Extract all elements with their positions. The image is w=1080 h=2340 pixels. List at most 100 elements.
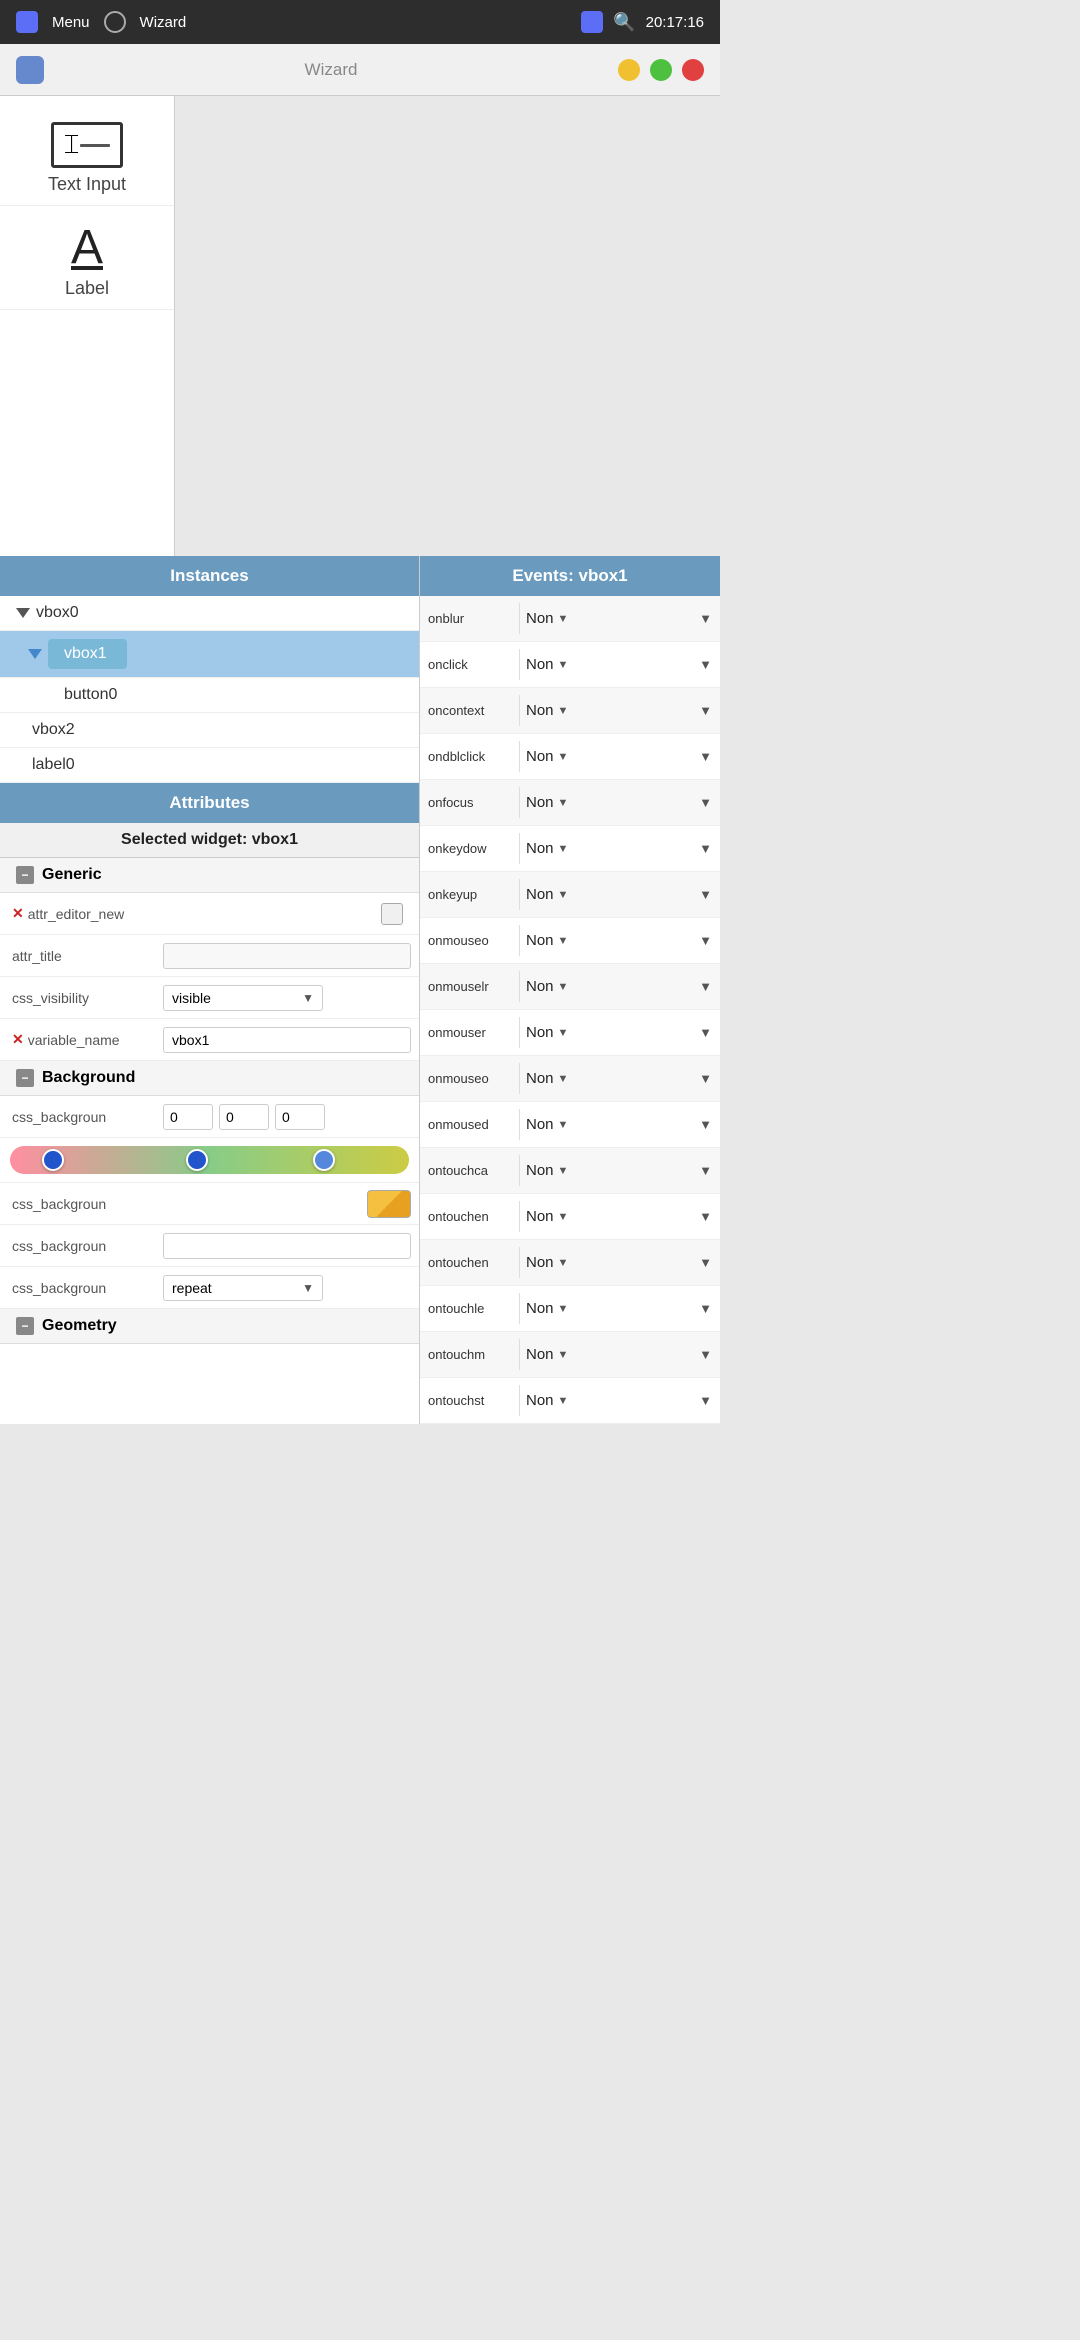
background-group-icon: − [16,1069,34,1087]
attr-label-bg-rgb: css_backgroun [0,1101,155,1133]
event-row-arrow-onblur[interactable]: ▼ [691,611,720,626]
visibility-dropdown[interactable]: visible ▼ [163,985,323,1011]
event-value-onkeydown[interactable]: Non ▼ [520,834,691,863]
attr-x-varname[interactable]: ✕ [12,1031,24,1048]
instance-label0[interactable]: label0 [0,748,419,783]
event-row-arrow-ontouchend2[interactable]: ▼ [691,1255,720,1270]
event-arrow-onmouseleave[interactable]: ▼ [558,1027,569,1039]
event-value-onblur[interactable]: Non ▼ [520,604,691,633]
event-arrow-ontouchend[interactable]: ▼ [558,1211,569,1223]
bg-color-swatch[interactable] [367,1190,411,1218]
event-row-arrow-onkeydown[interactable]: ▼ [691,841,720,856]
geometry-group-icon: − [16,1317,34,1335]
event-arrow-onfocus[interactable]: ▼ [558,797,569,809]
bg-r-input[interactable] [163,1104,213,1130]
status-time: 20:17:16 [646,14,704,31]
instance-vbox0[interactable]: vbox0 [0,596,419,631]
minimize-button[interactable] [618,59,640,81]
palette-item-text-input[interactable]: ⌶ Text Input [0,112,174,206]
event-arrow-ontouchmove[interactable]: ▼ [558,1349,569,1361]
event-value-ontouchleave[interactable]: Non ▼ [520,1294,691,1323]
attr-label-editor-new: ✕ attr_editor_new [0,897,155,930]
event-arrow-onmouseout[interactable]: ▼ [558,1073,569,1085]
event-row-arrow-onmouseleave[interactable]: ▼ [691,1025,720,1040]
event-value-onclick[interactable]: Non ▼ [520,650,691,679]
event-value-ontouchend[interactable]: Non ▼ [520,1202,691,1231]
event-row-arrow-ontouchmove[interactable]: ▼ [691,1347,720,1362]
event-row-arrow-oncontext[interactable]: ▼ [691,703,720,718]
event-row-arrow-onmouseover[interactable]: ▼ [691,1117,720,1132]
event-arrow-onmousedown[interactable]: ▼ [558,935,569,947]
event-row-arrow-ontouchcancel[interactable]: ▼ [691,1163,720,1178]
event-value-onfocus[interactable]: Non ▼ [520,788,691,817]
event-arrow-ondblclick[interactable]: ▼ [558,751,569,763]
event-row-arrow-onkeyup[interactable]: ▼ [691,887,720,902]
event-arrow-onblur[interactable]: ▼ [558,613,569,625]
event-value-onmouseout[interactable]: Non ▼ [520,1064,691,1093]
event-row-onclick: onclick Non ▼ ▼ [420,642,720,688]
attr-label-bg-repeat: css_backgroun [0,1272,155,1304]
event-row-arrow-onmousedown[interactable]: ▼ [691,933,720,948]
event-name-onkeydown: onkeydow [420,833,520,864]
event-row-arrow-onmouseenter[interactable]: ▼ [691,979,720,994]
slider-dot-3[interactable] [313,1149,335,1171]
event-row-arrow-onclick[interactable]: ▼ [691,657,720,672]
event-arrow-ontouchleave[interactable]: ▼ [558,1303,569,1315]
event-value-onmouseleave[interactable]: Non ▼ [520,1018,691,1047]
event-value-ontouchstart[interactable]: Non ▼ [520,1386,691,1415]
attr-value-bg-img[interactable] [155,1227,419,1265]
attr-input-bg-img[interactable] [163,1233,411,1259]
event-value-ontouchend2[interactable]: Non ▼ [520,1248,691,1277]
palette-item-label[interactable]: A Label [0,214,174,310]
bg-gradient-slider[interactable] [10,1146,409,1174]
event-value-ondblclick[interactable]: Non ▼ [520,742,691,771]
event-row-arrow-ontouchend[interactable]: ▼ [691,1209,720,1224]
attr-input-varname[interactable] [163,1027,411,1053]
status-app-menu[interactable]: Menu [52,14,90,31]
event-name-onmouseleave: onmouser [420,1017,520,1048]
event-row-arrow-ontouchstart[interactable]: ▼ [691,1393,720,1408]
event-arrow-onclick[interactable]: ▼ [558,659,569,671]
event-row-arrow-ontouchleave[interactable]: ▼ [691,1301,720,1316]
event-arrow-onmouseover[interactable]: ▼ [558,1119,569,1131]
event-value-onkeyup[interactable]: Non ▼ [520,880,691,909]
instance-button0[interactable]: button0 [0,678,419,713]
slider-dot-2[interactable] [186,1149,208,1171]
event-arrow-onmouseenter[interactable]: ▼ [558,981,569,993]
attr-value-bg-color [155,1184,419,1224]
event-value-oncontext[interactable]: Non ▼ [520,696,691,725]
event-arrow-oncontext[interactable]: ▼ [558,705,569,717]
event-value-onmouseenter[interactable]: Non ▼ [520,972,691,1001]
bg-repeat-dropdown[interactable]: repeat ▼ [163,1275,323,1301]
close-button[interactable] [682,59,704,81]
event-arrow-onkeydown[interactable]: ▼ [558,843,569,855]
attr-x-editor[interactable]: ✕ [12,905,24,922]
canvas-main[interactable] [175,96,720,556]
search-icon[interactable]: 🔍 [613,12,635,33]
status-app-wizard[interactable]: Wizard [140,14,187,31]
slider-dot-1[interactable] [42,1149,64,1171]
attr-row-editor-new: ✕ attr_editor_new [0,893,419,935]
event-value-onmouseover[interactable]: Non ▼ [520,1110,691,1139]
instance-label-vbox0: vbox0 [36,604,79,622]
event-arrow-ontouchend2[interactable]: ▼ [558,1257,569,1269]
event-arrow-ontouchstart[interactable]: ▼ [558,1395,569,1407]
attr-value-title[interactable] [155,937,419,975]
bg-g-input[interactable] [219,1104,269,1130]
event-value-ontouchcancel[interactable]: Non ▼ [520,1156,691,1185]
attr-input-title[interactable] [163,943,411,969]
event-value-ontouchmove[interactable]: Non ▼ [520,1340,691,1369]
instance-vbox2[interactable]: vbox2 [0,713,419,748]
event-row-arrow-ondblclick[interactable]: ▼ [691,749,720,764]
bg-b-input[interactable] [275,1104,325,1130]
event-arrow-onkeyup[interactable]: ▼ [558,889,569,901]
event-row-arrow-onmouseout[interactable]: ▼ [691,1071,720,1086]
attr-checkbox-editor[interactable] [381,903,403,925]
maximize-button[interactable] [650,59,672,81]
event-row-arrow-onfocus[interactable]: ▼ [691,795,720,810]
event-arrow-ontouchcancel[interactable]: ▼ [558,1165,569,1177]
event-row-onkeydown: onkeydow Non ▼ ▼ [420,826,720,872]
instance-vbox1[interactable]: vbox1 [0,631,419,678]
attr-value-varname[interactable] [155,1021,419,1059]
event-value-onmousedown[interactable]: Non ▼ [520,926,691,955]
